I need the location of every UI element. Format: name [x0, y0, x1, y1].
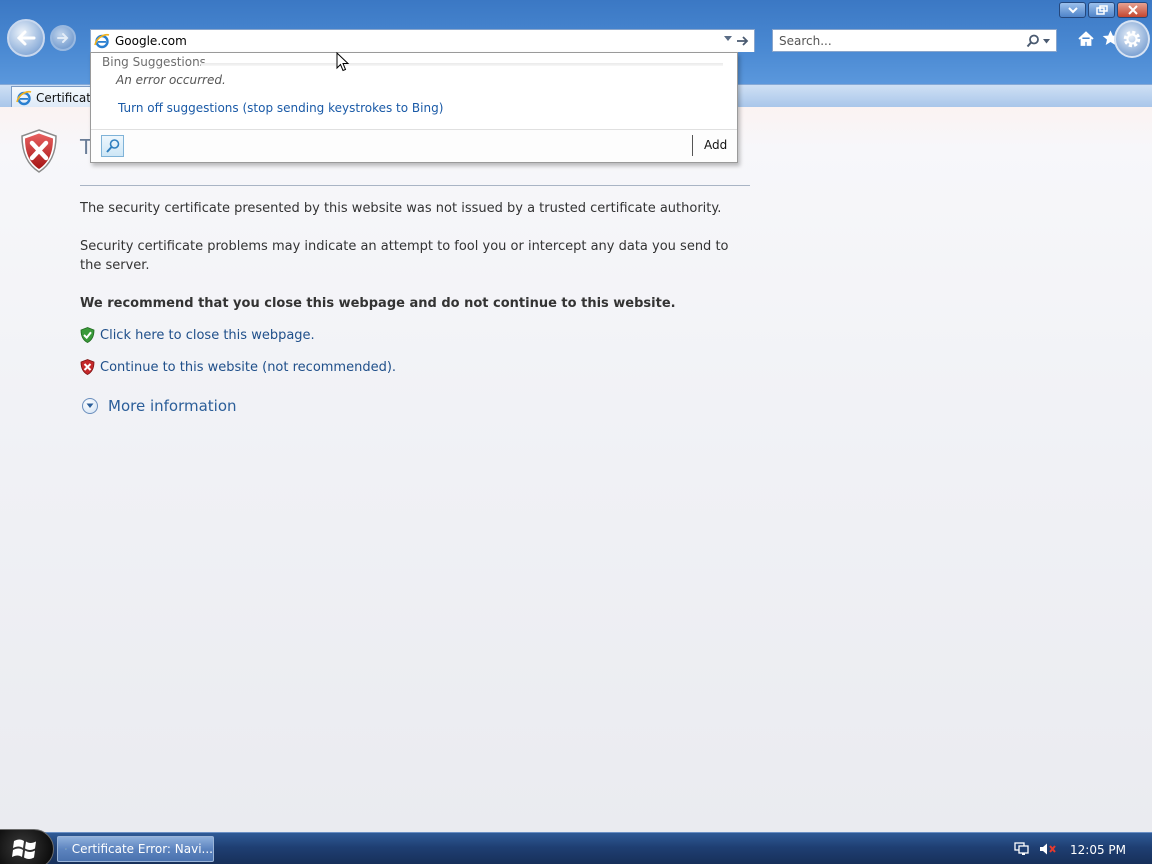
ie-page-icon	[16, 90, 32, 105]
go-arrow-icon[interactable]	[736, 34, 750, 48]
taskbar-item-ie[interactable]: Certificate Error: Navi...	[57, 836, 214, 862]
window-controls	[1059, 2, 1148, 18]
address-input[interactable]	[115, 34, 675, 48]
system-tray: 12:05 PM	[1002, 833, 1152, 864]
tools-button[interactable]	[1114, 20, 1150, 58]
search-input[interactable]	[779, 33, 1009, 48]
taskbar-item-label: Certificate Error: Navi...	[71, 842, 213, 856]
continue-website-link[interactable]: Continue to this website (not recommende…	[80, 359, 396, 375]
search-button[interactable]	[1026, 34, 1050, 48]
more-information-toggle[interactable]: More information	[82, 397, 237, 415]
address-bar[interactable]	[90, 29, 755, 52]
search-icon	[1026, 34, 1039, 48]
home-icon[interactable]	[1078, 30, 1094, 46]
search-box[interactable]	[772, 29, 1057, 52]
mouse-cursor-icon	[336, 52, 350, 72]
ie-page-icon	[94, 33, 110, 49]
chevron-down-icon	[1043, 38, 1050, 43]
gear-icon	[1123, 30, 1141, 48]
forward-arrow-icon	[57, 33, 69, 43]
recommendation-text: We recommend that you close this webpage…	[80, 296, 676, 311]
add-provider-button[interactable]: Add	[704, 138, 727, 152]
back-arrow-icon	[16, 30, 36, 46]
security-risk-text: Security certificate problems may indica…	[80, 239, 729, 273]
start-button[interactable]	[0, 829, 54, 864]
windows-logo-icon	[12, 839, 36, 859]
volume-muted-icon[interactable]	[1039, 842, 1057, 856]
restore-button[interactable]	[1088, 2, 1115, 18]
suggestions-error: An error occurred.	[116, 73, 226, 87]
clock[interactable]: 12:05 PM	[1070, 843, 1126, 857]
title-divider	[80, 185, 750, 186]
search-icon	[105, 139, 119, 153]
taskbar: Certificate Error: Navi... 12:05 PM	[0, 829, 1152, 864]
certificate-warning-text: The security certificate presented by th…	[80, 201, 722, 216]
suggestions-footer: Add	[91, 129, 737, 162]
chevron-down-icon[interactable]	[724, 36, 732, 42]
close-icon	[1127, 5, 1138, 15]
close-button[interactable]	[1117, 2, 1148, 18]
green-shield-check-icon	[80, 327, 95, 343]
turn-off-suggestions-link[interactable]: Turn off suggestions (stop sending keyst…	[118, 101, 443, 115]
tab-title: Certificate	[36, 90, 99, 105]
footer-separator	[692, 135, 693, 156]
continue-website-label[interactable]: Continue to this website (not recommende…	[100, 360, 396, 375]
suggestions-header: Bing Suggestions	[102, 55, 206, 69]
close-webpage-link[interactable]: Click here to close this webpage.	[80, 327, 315, 343]
expand-chevron-icon	[82, 398, 98, 414]
ie-app-icon	[65, 848, 67, 850]
red-shield-x-icon	[80, 359, 95, 375]
more-information-label[interactable]: More information	[108, 397, 237, 415]
minimize-icon	[1067, 7, 1078, 14]
network-icon[interactable]	[1014, 842, 1030, 856]
back-button[interactable]	[7, 19, 45, 57]
address-suggestions-dropdown: Bing Suggestions An error occurred. Turn…	[90, 52, 738, 163]
forward-button[interactable]	[50, 25, 76, 51]
minimize-button[interactable]	[1059, 2, 1086, 18]
toolbar-icons	[1078, 30, 1119, 46]
header-divider	[201, 63, 723, 66]
restore-icon	[1095, 5, 1108, 15]
page-content: T The security certificate presented by …	[0, 107, 1152, 832]
search-provider-button[interactable]	[101, 135, 124, 157]
close-webpage-label[interactable]: Click here to close this webpage.	[100, 328, 315, 343]
error-shield-icon	[21, 129, 57, 173]
